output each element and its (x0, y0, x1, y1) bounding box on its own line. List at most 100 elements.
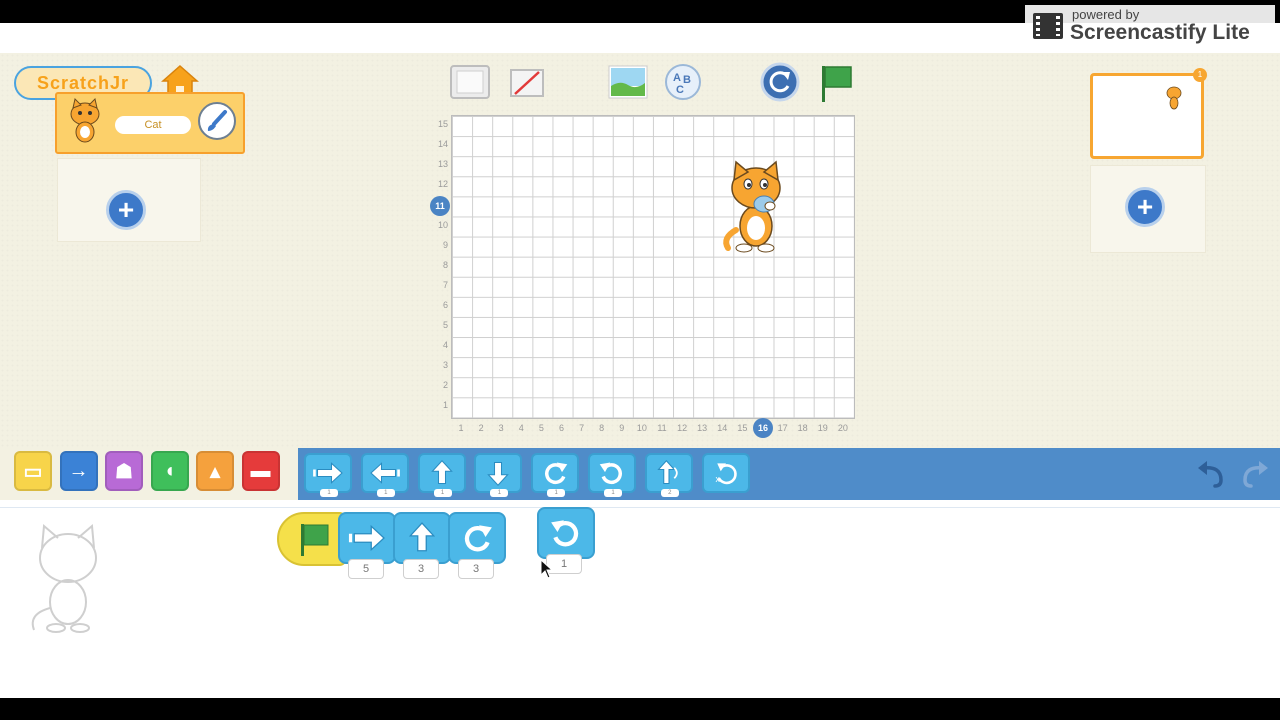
cat-thumbnail (70, 98, 100, 143)
palette-block-number: 1 (320, 489, 338, 497)
redo-icon (1243, 461, 1268, 488)
script-block-number-field[interactable]: 3 (403, 559, 439, 579)
go-home-icon: x (715, 463, 737, 485)
triggering-category-icon: ▭ (23, 460, 43, 483)
category-motion[interactable]: → (59, 451, 98, 491)
paintbrush-icon (207, 110, 227, 131)
script-block-loose-turn-left[interactable] (537, 507, 595, 559)
script-block-turn-right[interactable] (448, 512, 506, 564)
y-tick: 1 (442, 400, 448, 411)
palette-block-turn-left[interactable]: 1 (588, 453, 636, 497)
palette-block-move-up[interactable]: 1 (417, 453, 466, 497)
category-control[interactable]: ▴ (196, 451, 234, 491)
palette-block-number: 1 (604, 489, 622, 497)
palette-block-turn-right[interactable]: 1 (531, 453, 580, 497)
move-left-icon (370, 462, 400, 484)
script-block-number-field[interactable]: 5 (348, 559, 384, 579)
category-looks[interactable]: ☗ (105, 451, 143, 491)
paint-editor-button[interactable] (198, 102, 236, 140)
script-block-green-flag-trigger[interactable] (277, 512, 347, 566)
script-block-move-up[interactable] (393, 512, 451, 564)
script-block-move-right[interactable] (338, 512, 396, 564)
turn-right-icon (464, 525, 492, 552)
x-tick: 8 (599, 423, 605, 433)
y-tick: 12 (437, 179, 448, 190)
palette-block-number: 1 (490, 489, 509, 497)
undo-button[interactable] (1193, 455, 1229, 491)
cat-sprite-on-stage[interactable] (720, 160, 790, 254)
x-tick: 14 (717, 423, 728, 433)
motion-category-icon: → (68, 459, 89, 482)
script-block-number-field[interactable]: 3 (458, 559, 494, 579)
x-tick: 15 (737, 423, 748, 433)
palette-block-move-down[interactable]: 1 (474, 453, 523, 497)
turn-right-icon (545, 462, 568, 485)
x-tick: 1 (458, 423, 464, 433)
redo-button[interactable] (1237, 455, 1273, 491)
mouse-cursor-icon (540, 559, 554, 579)
add-sprite-button[interactable]: + (106, 190, 146, 230)
x-tick: 10 (636, 423, 647, 433)
powered-by-text: powered by (1072, 7, 1140, 22)
palette-block-number: 1 (547, 489, 566, 497)
add-page-button[interactable]: + (1125, 187, 1165, 227)
fullscreen-button[interactable] (447, 62, 493, 102)
y-tick: 10 (437, 219, 448, 230)
sprite-card-cat[interactable]: Cat (55, 92, 245, 154)
category-triggering[interactable]: ▭ (14, 451, 52, 491)
x-tick: 6 (558, 423, 564, 433)
page-thumbnail[interactable] (1090, 73, 1204, 159)
category-sound[interactable]: ◖ (150, 451, 189, 491)
reset-characters-button[interactable] (759, 62, 801, 102)
y-tick: 2 (442, 380, 448, 391)
x-coordinate-marker: 16 (753, 418, 773, 438)
category-end[interactable]: ▬ (241, 451, 280, 491)
x-tick: 13 (697, 423, 708, 433)
x-tick: 19 (817, 423, 828, 433)
x-tick: 17 (777, 423, 788, 433)
move-up-icon (408, 522, 436, 552)
palette-block-go-home[interactable]: x (701, 453, 750, 493)
scripting-area[interactable] (0, 507, 1280, 698)
x-tick: 9 (619, 423, 625, 433)
y-tick: 13 (437, 159, 448, 170)
x-tick: 20 (837, 423, 848, 433)
svg-text:x: x (715, 474, 720, 484)
palette-block-move-right[interactable]: 1 (304, 453, 352, 497)
looks-category-icon: ☗ (115, 460, 133, 483)
stage-grid[interactable] (451, 115, 855, 419)
x-tick: 2 (478, 423, 484, 433)
green-flag-button[interactable] (816, 62, 856, 104)
move-down-icon (487, 461, 510, 487)
grid-toggle-button[interactable] (508, 66, 546, 100)
y-tick: 6 (442, 299, 448, 310)
y-tick: 15 (437, 119, 448, 129)
change-background-button[interactable] (607, 64, 649, 100)
palette-block-number: 2 (660, 489, 679, 497)
palette-block-hop[interactable]: 2 (644, 453, 693, 497)
x-tick: 18 (797, 423, 808, 433)
fullscreen-icon (450, 65, 490, 99)
move-right-icon (313, 462, 343, 484)
y-tick: 14 (437, 139, 448, 150)
control-category-icon: ▴ (209, 460, 221, 483)
x-tick: 11 (657, 423, 667, 433)
add-text-button[interactable]: A B C (663, 62, 703, 102)
sprite-name-field[interactable]: Cat (115, 116, 191, 134)
svg-text:A: A (673, 72, 681, 84)
screencastify-text: Screencastify Lite (1070, 21, 1250, 44)
svg-text:C: C (676, 84, 684, 96)
y-tick: 9 (442, 239, 448, 250)
hop-icon (657, 459, 678, 485)
grid-toggle-icon (510, 69, 544, 97)
move-up-icon (430, 459, 453, 485)
x-tick: 12 (677, 423, 688, 433)
svg-text:B: B (683, 74, 691, 86)
move-right-icon (348, 524, 385, 552)
y-tick: 8 (442, 259, 448, 270)
palette-block-move-left[interactable]: 1 (360, 453, 409, 497)
sound-category-icon: ◖ (163, 459, 176, 482)
film-icon (1033, 13, 1063, 39)
cat-outline-watermark (31, 523, 97, 633)
screencastify-watermark: powered by Screencastify Lite (1025, 5, 1275, 45)
